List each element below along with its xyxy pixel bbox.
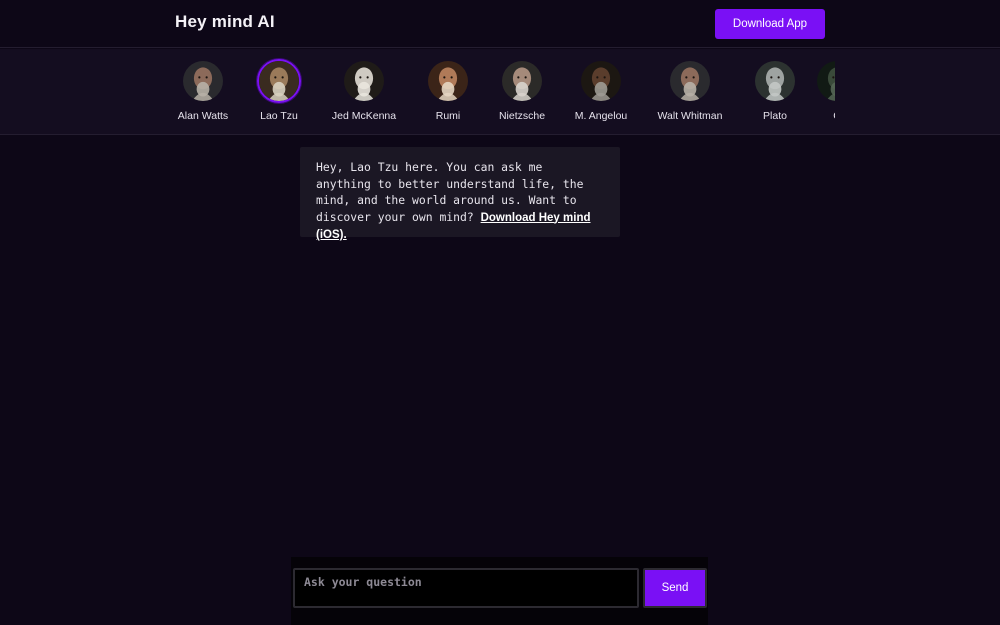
persona-name-label: M. Angelou	[574, 110, 628, 122]
persona-item-rumi[interactable]: Rumi	[413, 59, 483, 122]
brand-logo-text[interactable]: Hey mind AI	[175, 12, 275, 32]
persona-name-label: Jed McKenna	[331, 110, 397, 122]
persona-item-m-angelou[interactable]: M. Angelou	[566, 59, 636, 122]
persona-name-label: Plato	[763, 110, 787, 122]
portrait-bald-man-icon	[181, 59, 225, 103]
assistant-message: Hey, Lao Tzu here. You can ask me anythi…	[300, 147, 620, 241]
question-input[interactable]	[293, 568, 639, 608]
portrait-mustache-man-icon	[500, 59, 544, 103]
download-app-button[interactable]: Download App	[715, 9, 825, 39]
persona-name-label: Lao Tzu	[260, 110, 298, 122]
persona-name-label: Nietzsche	[498, 110, 546, 122]
portrait-elder-woman-icon	[579, 59, 623, 103]
persona-strip[interactable]: Alan Watts Lao Tzu Jed McKenna Rumi Nietzsch…	[172, 49, 835, 135]
persona-name-label: Walt Whitman	[657, 110, 723, 122]
persona-item-c[interactable]: C	[802, 59, 835, 122]
persona-item-alan-watts[interactable]: Alan Watts	[172, 59, 238, 122]
portrait-turban-man-icon	[426, 59, 470, 103]
persona-name-label: Alan Watts	[177, 110, 229, 122]
top-header: Hey mind AI Download App	[0, 0, 1000, 48]
portrait-dog-icon	[342, 59, 386, 103]
portrait-elder-beard-icon	[257, 59, 301, 103]
persona-item-nietzsche[interactable]: Nietzsche	[487, 59, 557, 122]
persona-item-walt-whitman[interactable]: Walt Whitman	[655, 59, 725, 122]
persona-selector-bar: Alan Watts Lao Tzu Jed McKenna Rumi Nietzsch…	[0, 49, 1000, 135]
persona-item-lao-tzu[interactable]: Lao Tzu	[244, 59, 314, 122]
portrait-bald-man-icon	[668, 59, 712, 103]
portrait-partial-icon	[815, 59, 835, 103]
persona-name-label: Rumi	[435, 110, 461, 122]
message-composer: Send	[291, 557, 708, 625]
portrait-statue-icon	[753, 59, 797, 103]
persona-item-plato[interactable]: Plato	[740, 59, 810, 122]
persona-name-label: C	[802, 110, 835, 122]
send-button[interactable]: Send	[643, 568, 707, 608]
persona-item-jed-mckenna[interactable]: Jed McKenna	[329, 59, 399, 122]
